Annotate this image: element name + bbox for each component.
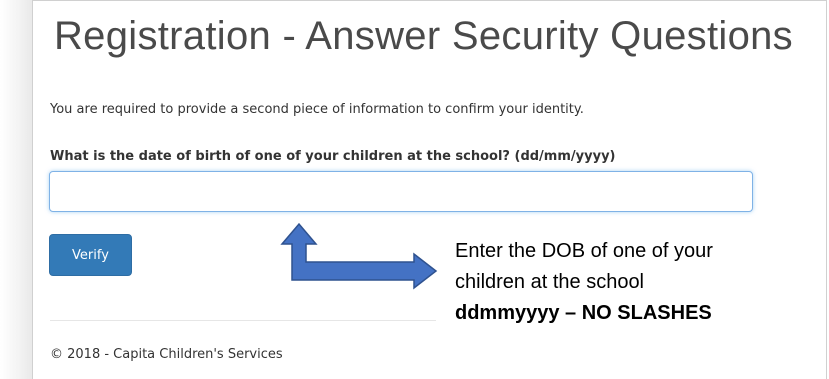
footer-divider [50, 320, 436, 321]
callout-format-note: ddmmyyyy – NO SLASHES [455, 302, 712, 324]
intro-text: You are required to provide a second pie… [50, 102, 584, 117]
dob-instruction-callout: Enter the DOB of one of your children at… [455, 236, 713, 329]
callout-line-2: children at the school [455, 271, 645, 293]
callout-line-1: Enter the DOB of one of your [455, 240, 713, 262]
bent-double-arrow-icon [280, 222, 438, 290]
footer-copyright: © 2018 - Capita Children's Services [50, 347, 283, 362]
dob-question-label: What is the date of birth of one of your… [50, 149, 616, 164]
browser-edge-shadow [0, 0, 32, 379]
page-title: Registration - Answer Security Questions [54, 14, 793, 58]
verify-button[interactable]: Verify [49, 234, 132, 276]
dob-input[interactable] [49, 171, 753, 212]
